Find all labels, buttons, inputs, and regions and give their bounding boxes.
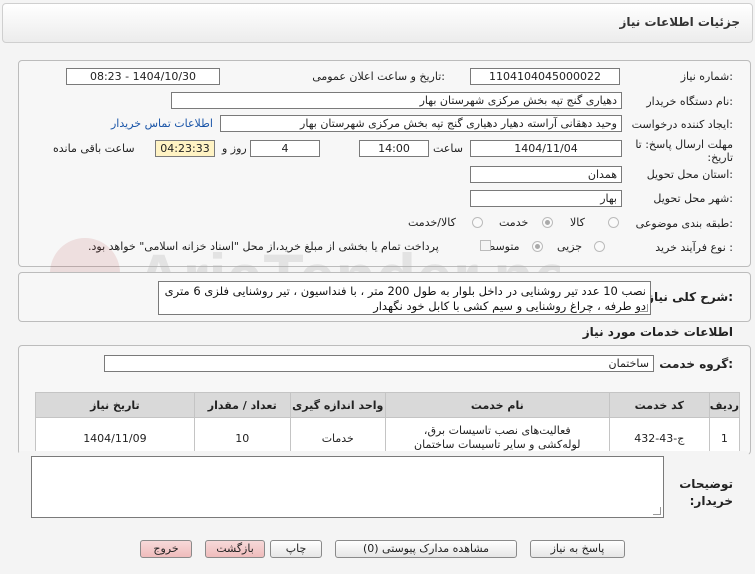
description-field: نصب 10 عدد تیر روشنایی در داخل بلوار به … xyxy=(158,281,651,315)
notes-resize-handle[interactable] xyxy=(653,507,661,515)
buyer-org-field: دهیاری گنج تپه بخش مرکزی شهرستان بهار xyxy=(171,92,622,109)
buyer-org-label: نام دستگاه خریدار: xyxy=(646,95,733,108)
table-header-row: ردیف کد خدمت نام خدمت واحد اندازه گیری ت… xyxy=(35,392,741,418)
deadline-date-field: 1404/11/04 xyxy=(470,140,622,157)
category-radio-goods[interactable] xyxy=(608,217,619,228)
province-label: استان محل تحویل: xyxy=(646,168,733,181)
description-label: شرح کلی نیاز: xyxy=(647,290,733,304)
category-option-service: خدمت xyxy=(499,216,529,229)
notes-label: توضیحات خریدار: xyxy=(679,477,733,508)
treasury-checkbox[interactable] xyxy=(480,240,491,251)
col-date: تاریخ نیاز xyxy=(35,392,195,418)
resize-handle[interactable] xyxy=(640,304,648,312)
process-radio-medium[interactable] xyxy=(532,241,543,252)
exit-button[interactable]: خروج xyxy=(140,540,192,558)
need-number-field: 1104104045000022 xyxy=(470,68,620,85)
contact-buyer-link[interactable]: اطلاعات تماس خریدار xyxy=(111,117,213,130)
category-option-goods-service: کالا/خدمت xyxy=(408,216,456,229)
need-number-label: شماره نیاز: xyxy=(680,70,733,83)
province-field: همدان xyxy=(470,166,622,183)
notes-field xyxy=(31,456,664,518)
deadline-time-label: ساعت xyxy=(433,142,463,155)
category-radio-service[interactable] xyxy=(542,217,553,228)
category-radio-goods-service[interactable] xyxy=(472,217,483,228)
page-header: جزئیات اطلاعات نیاز xyxy=(2,3,753,43)
category-label: طبقه بندی موضوعی: xyxy=(635,217,733,230)
col-unit: واحد اندازه گیری xyxy=(289,392,386,418)
process-radio-minor[interactable] xyxy=(594,241,605,252)
creator-field: وحید دهقانی آراسته دهیار دهیاری گنج تپه … xyxy=(220,115,622,132)
view-attachments-button[interactable]: مشاهده مدارک پیوستی (0) xyxy=(335,540,517,558)
payment-note: پرداخت تمام یا بخشی از مبلغ خرید،از محل … xyxy=(88,240,439,253)
deadline-time-field: 14:00 xyxy=(359,140,429,157)
creator-label: ایجاد کننده درخواست: xyxy=(631,118,733,131)
process-option-minor: جزیی xyxy=(557,240,583,253)
category-option-goods: کالا xyxy=(570,216,585,229)
remaining-time-field: 04:23:33 xyxy=(155,140,215,157)
services-section-title: اطلاعات خدمات مورد نیاز xyxy=(582,325,733,339)
service-group-label: گروه خدمت: xyxy=(659,357,733,371)
deadline-label: مهلت ارسال پاسخ: تا تاریخ: xyxy=(635,138,733,164)
print-button[interactable]: چاپ xyxy=(270,540,322,558)
col-qty: تعداد / مقدار xyxy=(193,392,291,418)
remaining-label: ساعت باقی مانده xyxy=(53,142,135,155)
days-field: 4 xyxy=(250,140,320,157)
city-field: بهار xyxy=(470,190,622,207)
back-button[interactable]: بازگشت xyxy=(205,540,265,558)
service-group-field: ساختمان xyxy=(104,355,654,372)
reply-button[interactable]: پاسخ به نیاز xyxy=(530,540,625,558)
services-table: ردیف کد خدمت نام خدمت واحد اندازه گیری ت… xyxy=(35,392,741,459)
col-row: ردیف xyxy=(708,392,741,418)
process-label: نوع فرآیند خرید : xyxy=(655,241,733,254)
announce-label: تاریخ و ساعت اعلان عمومی: xyxy=(312,70,445,83)
col-name: نام خدمت xyxy=(384,392,610,418)
city-label: شهر محل تحویل: xyxy=(653,192,733,205)
col-code: کد خدمت xyxy=(608,392,710,418)
page-title: جزئیات اطلاعات نیاز xyxy=(619,15,740,29)
description-text: نصب 10 عدد تیر روشنایی در داخل بلوار به … xyxy=(164,284,646,313)
days-label: روز و xyxy=(222,142,247,155)
announce-field: 1404/10/30 - 08:23 xyxy=(66,68,220,85)
